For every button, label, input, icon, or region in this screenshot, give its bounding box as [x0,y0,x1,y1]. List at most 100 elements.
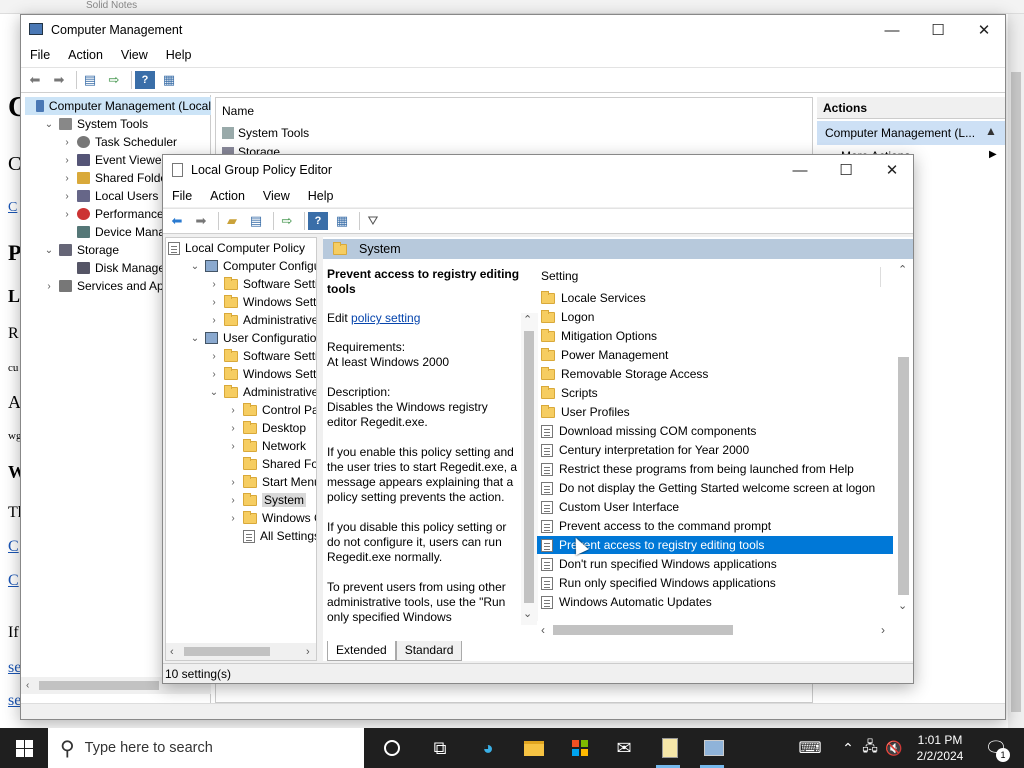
description-vscroll[interactable]: ⌃ ⌄ [521,313,538,625]
cm-menu-file[interactable]: File [21,48,59,62]
export-list-icon[interactable]: ⇨ [104,71,124,89]
clock[interactable]: 1:01 PM 2/2/2024 [908,732,972,764]
help-icon[interactable]: ? [308,212,328,230]
gp-tree-item[interactable]: › Start Menu ar [227,473,316,491]
chevron-right-icon[interactable]: › [227,477,239,488]
export-list-icon[interactable]: ⇨ [277,212,297,230]
chevron-down-icon[interactable]: ⌄ [189,333,201,344]
up-folder-icon[interactable]: ▰ [222,212,242,230]
policy-setting-row[interactable]: Run only specified Windows applications [537,574,893,592]
mail-icon[interactable]: ✉ [612,736,636,760]
policy-setting-row[interactable]: Century interpretation for Year 2000 [537,441,893,459]
show-hide-action-pane-icon[interactable]: ▦ [159,71,179,89]
policy-setting-row[interactable]: Windows Automatic Updates [537,593,893,611]
cm-tree-item[interactable]: Computer Management (Local [25,97,211,115]
scroll-right-icon[interactable]: › [881,623,885,637]
chevron-right-icon[interactable]: › [208,369,220,380]
chevron-right-icon[interactable]: › [208,351,220,362]
settings-folder-row[interactable]: Removable Storage Access [537,365,893,383]
settings-vscroll[interactable]: ⌃ ⌄ [895,261,912,615]
background-text-fragment[interactable]: C [8,538,19,556]
chevron-right-icon[interactable]: › [61,191,73,202]
scroll-up-icon[interactable]: ⌃ [523,313,532,326]
chevron-right-icon[interactable]: › [208,315,220,326]
settings-folder-row[interactable]: User Profiles [537,403,893,421]
taskbar-search-box[interactable]: ⚲ Type here to search [48,728,364,768]
gp-tree-item[interactable]: › Windows Setting [208,365,316,383]
settings-folder-row[interactable]: Logon [537,308,893,326]
gp-tree-hscroll-thumb[interactable] [184,647,270,656]
chevron-right-icon[interactable]: › [43,281,55,292]
chevron-right-icon[interactable]: › [227,405,239,416]
task-view-icon[interactable]: ⧉ [428,736,452,760]
chevron-down-icon[interactable]: ⌄ [189,261,201,272]
actions-computer-management[interactable]: Computer Management (L... ▲ [817,121,1005,145]
gp-tree-item[interactable]: › Software Settings [208,347,316,365]
policy-setting-row[interactable]: Restrict these programs from being launc… [537,460,893,478]
edge-browser-icon[interactable]: ◕ [476,736,500,760]
computer-management-taskbar-icon[interactable] [702,736,726,760]
cm-menu-action[interactable]: Action [59,48,112,62]
policy-setting-row[interactable]: Custom User Interface [537,498,893,516]
chevron-right-icon[interactable]: › [227,495,239,506]
gp-menu-file[interactable]: File [163,189,201,203]
chevron-right-icon[interactable]: › [227,513,239,524]
gp-tree-item[interactable]: › Desktop [227,419,316,437]
settings-hscroll[interactable]: ‹ › [537,621,893,638]
chevron-right-icon[interactable]: › [227,423,239,434]
file-explorer-icon[interactable] [522,736,546,760]
background-text-fragment[interactable]: C [8,572,19,590]
cm-maximize-button[interactable]: ☐ [915,15,961,45]
show-hide-tree-icon[interactable]: ▤ [80,71,100,89]
chevron-down-icon[interactable]: ⌄ [43,245,55,256]
scroll-left-icon[interactable]: ‹ [26,680,29,691]
scroll-left-icon[interactable]: ‹ [170,646,174,658]
cm-name-column-header[interactable]: Name [222,104,254,118]
properties-icon[interactable]: ▦ [332,212,352,230]
cm-minimize-button[interactable]: — [869,15,915,45]
forward-arrow-icon[interactable]: ➡ [49,71,69,89]
settings-folder-row[interactable]: Locale Services [537,289,893,307]
gp-menu-action[interactable]: Action [201,189,254,203]
gp-menu-view[interactable]: View [254,189,299,203]
cm-tree-item[interactable]: ⌄ System Tools [43,115,211,133]
help-icon[interactable]: ? [135,71,155,89]
filter-icon[interactable]: ⛛ [363,212,383,230]
scroll-down-icon[interactable]: ⌄ [898,599,907,612]
gp-tree-item[interactable]: ⌄ Administrative Te [208,383,316,401]
chevron-right-icon[interactable]: › [61,173,73,184]
chevron-down-icon[interactable]: ⌄ [208,387,220,398]
chevron-right-icon[interactable]: › [61,155,73,166]
cm-menu-help[interactable]: Help [157,48,201,62]
cm-menu-view[interactable]: View [112,48,157,62]
show-hide-tree-icon[interactable]: ▤ [246,212,266,230]
policy-setting-row[interactable]: Do not display the Getting Started welco… [537,479,893,497]
cm-close-button[interactable]: ✕ [961,15,1007,45]
settings-hscroll-thumb[interactable] [553,625,733,635]
gp-tree-item[interactable]: ⌄ User Configuration [189,329,316,347]
cm-tree-hscroll-thumb[interactable] [39,681,159,690]
policy-setting-row[interactable]: Prevent access to the command prompt [537,517,893,535]
policy-setting-link[interactable]: policy setting [351,311,420,325]
background-scrollbar[interactable] [1008,14,1024,728]
gp-tree-item[interactable]: › System [227,491,316,509]
policy-setting-row[interactable]: Download missing COM components [537,422,893,440]
background-text-fragment[interactable]: C [8,200,17,216]
gp-tree-item[interactable]: › Administrative Te [208,311,316,329]
policy-setting-row[interactable]: Don't run specified Windows applications [537,555,893,573]
gp-tree-item[interactable]: › Control Panel [227,401,316,419]
policy-setting-row[interactable]: Prevent access to registry editing tools [537,536,893,554]
tab-standard[interactable]: Standard [395,641,463,661]
network-icon[interactable]: 🖧 [858,736,882,760]
gp-tree-item[interactable]: Shared Folder [227,455,316,473]
gp-close-button[interactable]: ✕ [869,155,915,185]
gp-tree-item[interactable]: Local Computer Policy [168,239,316,257]
volume-muted-icon[interactable]: 🔇 [882,736,906,760]
gp-tree-item[interactable]: › Network [227,437,316,455]
chevron-right-icon[interactable]: › [208,297,220,308]
scroll-left-icon[interactable]: ‹ [541,623,545,637]
start-windows-icon[interactable] [12,736,36,760]
gp-tree-item[interactable]: › Windows Setting [208,293,316,311]
chevron-right-icon[interactable]: › [208,279,220,290]
description-vscroll-thumb[interactable] [524,331,534,603]
